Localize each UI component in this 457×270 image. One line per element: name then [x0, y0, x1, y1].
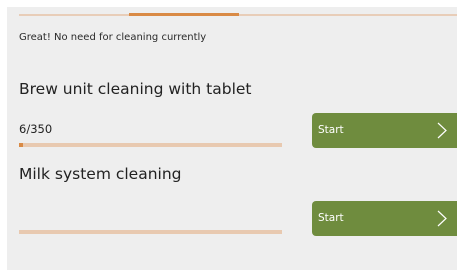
milk-system-progress-bar	[19, 230, 282, 234]
brew-unit-counter: 6/350	[19, 122, 53, 136]
page-indicator-active-segment	[129, 13, 239, 16]
status-message: Great! No need for cleaning currently	[19, 32, 207, 43]
chevron-right-icon	[437, 210, 447, 227]
brew-unit-start-button[interactable]: Start	[312, 113, 457, 148]
start-button-label: Start	[318, 212, 344, 224]
cleaning-screen: Great! No need for cleaning currently Br…	[7, 7, 457, 270]
page-indicator	[19, 13, 457, 16]
brew-unit-progress-fill	[19, 143, 23, 147]
milk-system-start-button[interactable]: Start	[312, 201, 457, 236]
start-button-label: Start	[318, 124, 344, 136]
brew-unit-progress-bar	[19, 143, 282, 147]
brew-unit-title: Brew unit cleaning with tablet	[19, 80, 252, 98]
milk-system-title: Milk system cleaning	[19, 165, 182, 183]
chevron-right-icon	[437, 122, 447, 139]
